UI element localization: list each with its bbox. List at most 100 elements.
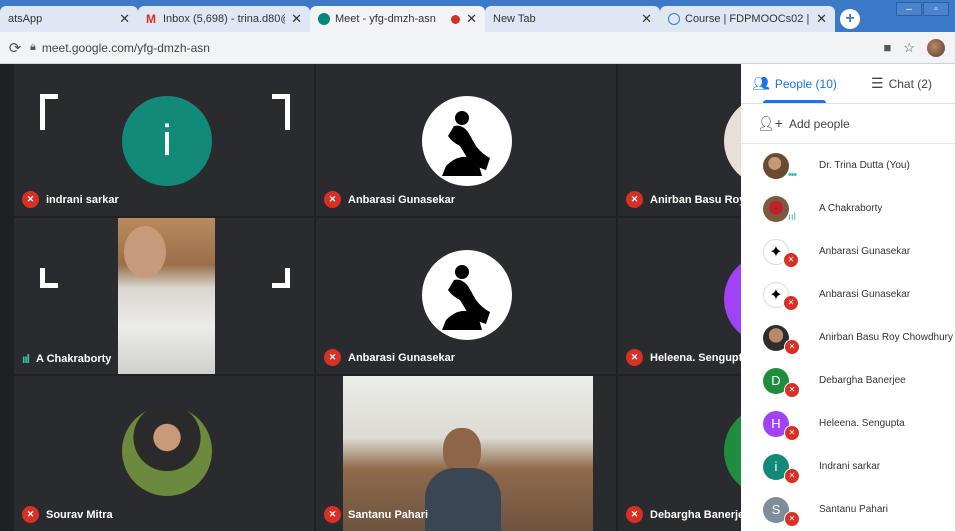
avatar: D ✕ xyxy=(763,367,800,398)
tab-gmail[interactable]: M Inbox (5,698) - trina.d80@gmail ✕ xyxy=(138,6,310,32)
tab-label: Inbox (5,698) - trina.d80@gmail xyxy=(163,13,285,25)
recording-icon xyxy=(451,14,461,24)
mic-off-icon: ✕ xyxy=(324,191,341,208)
list-item[interactable]: ✕ Anirban Basu Roy Chowdhury xyxy=(741,316,955,359)
people-icon: 👥︎ xyxy=(752,75,770,91)
close-icon[interactable]: ✕ xyxy=(119,11,130,27)
add-people-label: Add people xyxy=(788,116,850,131)
reload-icon[interactable]: ⟳ xyxy=(0,39,30,57)
tab-label: atsApp xyxy=(8,13,43,25)
avatar: ✦ ✕ xyxy=(763,238,799,268)
tab-label: Course | FDPMOOCs02 | RCMO xyxy=(685,13,810,25)
participant-tile[interactable]: ✕ Debargha Banerjee xyxy=(618,376,741,531)
tab-label: New Tab xyxy=(493,13,536,25)
add-person-icon: 👤︎+ xyxy=(757,115,783,131)
participant-tile[interactable]: ✕ Anbarasi Gunasekar xyxy=(316,64,616,216)
list-item[interactable]: D ✕ Debargha Banerjee xyxy=(741,359,955,402)
participant-name: A Chakraborty xyxy=(819,203,883,214)
video-feed xyxy=(118,218,215,374)
window-controls: – ▫ xyxy=(895,2,949,16)
avatar-initial: i xyxy=(774,459,778,474)
browser-tab-strip: atsApp ✕ M Inbox (5,698) - trina.d80@gma… xyxy=(0,0,955,32)
participant-tile[interactable]: ✕ Sourav Mitra xyxy=(14,376,314,531)
close-icon[interactable]: ✕ xyxy=(816,11,827,27)
participant-name: Anirban Basu Roy C xyxy=(650,193,741,206)
participant-list: ••• Dr. Trina Dutta (You) ııl A Chakrabo… xyxy=(741,144,955,531)
avatar xyxy=(724,254,741,344)
more-dots-icon: ••• xyxy=(787,168,798,181)
avatar: S ✕ xyxy=(763,496,800,527)
tab-new-tab[interactable]: New Tab ✕ xyxy=(485,6,660,32)
mic-off-icon: ✕ xyxy=(22,506,39,523)
avatar: ••• xyxy=(763,152,797,181)
avatar xyxy=(724,406,741,496)
mic-off-icon: ✕ xyxy=(626,506,643,523)
person-head xyxy=(124,226,166,278)
participant-name: Santanu Pahari xyxy=(348,508,429,521)
meeting-stage: i ✕ indrani sarkar ✕ Anbarasi Gunasekar … xyxy=(14,64,741,531)
tab-meet[interactable]: Meet - yfg-dmzh-asn ✕ xyxy=(310,6,485,32)
mic-off-icon: ✕ xyxy=(784,467,800,484)
tab-label: Meet - yfg-dmzh-asn xyxy=(335,13,436,25)
avatar: H ✕ xyxy=(763,410,800,441)
minimize-icon[interactable]: – xyxy=(896,2,922,16)
participant-name: Anbarasi Gunasekar xyxy=(348,351,455,364)
list-item[interactable]: S ✕ Santanu Pahari xyxy=(741,488,955,531)
participant-tile[interactable]: i ✕ indrani sarkar xyxy=(14,64,314,216)
list-item[interactable]: H ✕ Heleena. Sengupta xyxy=(741,402,955,445)
participant-tile[interactable]: ✕ Heleena. Sengupta xyxy=(618,218,741,374)
url-field[interactable]: meet.google.com/yfg-dmzh-asn xyxy=(42,41,884,55)
list-item[interactable]: ııl A Chakraborty xyxy=(741,187,955,230)
address-bar: ⟳ 🔒︎ meet.google.com/yfg-dmzh-asn ■ ☆ xyxy=(0,32,955,64)
tab-whatsapp[interactable]: atsApp ✕ xyxy=(0,6,138,32)
tab-label: Chat (2) xyxy=(888,76,932,91)
pin-frame-icon xyxy=(40,268,58,288)
close-icon[interactable]: ✕ xyxy=(641,11,652,27)
add-people-button[interactable]: 👤︎+ Add people xyxy=(741,104,955,144)
mic-off-icon: ✕ xyxy=(626,191,643,208)
avatar: ✦ ✕ xyxy=(763,281,799,311)
list-item[interactable]: ••• Dr. Trina Dutta (You) xyxy=(741,144,955,187)
participant-tile[interactable]: ✕ Anirban Basu Roy C xyxy=(618,64,741,216)
tab-label: People (10) xyxy=(774,76,837,91)
profile-avatar[interactable] xyxy=(927,38,945,57)
tab-course[interactable]: Course | FDPMOOCs02 | RCMO ✕ xyxy=(660,6,835,32)
avatar-initial: S xyxy=(771,502,781,517)
participant-name: Anbarasi Gunasekar xyxy=(348,193,455,206)
close-icon[interactable]: ✕ xyxy=(291,11,302,27)
mic-off-icon: ✕ xyxy=(626,349,643,366)
gmail-icon: M xyxy=(146,12,156,26)
maximize-icon[interactable]: ▫ xyxy=(923,2,949,16)
participant-name: Indrani sarkar xyxy=(819,461,881,472)
participant-name: Sourav Mitra xyxy=(46,508,113,521)
new-tab-button[interactable]: + xyxy=(840,9,860,29)
participant-name: Santanu Pahari xyxy=(819,504,888,515)
mic-off-icon: ✕ xyxy=(783,251,799,268)
list-item[interactable]: ✦ ✕ Anbarasi Gunasekar xyxy=(741,273,955,316)
list-item[interactable]: i ✕ Indrani sarkar xyxy=(741,445,955,488)
silhouette-icon xyxy=(442,111,490,176)
mic-off-icon: ✕ xyxy=(784,338,800,355)
avatar xyxy=(422,96,512,186)
tab-people[interactable]: 👥︎ People (10) xyxy=(741,64,848,103)
mic-off-icon: ✕ xyxy=(784,510,800,527)
avatar: i xyxy=(122,96,212,186)
person-body xyxy=(425,468,501,531)
mic-off-icon: ✕ xyxy=(324,349,341,366)
participant-tile[interactable]: ✕ Anbarasi Gunasekar xyxy=(316,218,616,374)
mic-off-icon: ✕ xyxy=(22,191,39,208)
participant-name: Debargha Banerjee xyxy=(650,508,741,521)
pin-frame-icon xyxy=(40,94,58,130)
participant-tile[interactable]: ııl A Chakraborty xyxy=(14,218,314,374)
star-icon[interactable]: ☆ xyxy=(903,40,915,56)
list-item[interactable]: ✦ ✕ Anbarasi Gunasekar xyxy=(741,230,955,273)
participant-name: A Chakraborty xyxy=(36,353,112,365)
participant-name: Heleena. Sengupta xyxy=(819,418,905,429)
participant-name: Anirban Basu Roy Chowdhury xyxy=(819,332,953,343)
avatar: i ✕ xyxy=(763,453,800,484)
participant-tile[interactable]: ✕ Santanu Pahari xyxy=(316,376,616,531)
chat-icon: ☰ xyxy=(871,75,884,91)
tab-chat[interactable]: ☰ Chat (2) xyxy=(848,64,955,103)
close-icon[interactable]: ✕ xyxy=(466,11,477,27)
camera-icon[interactable]: ■ xyxy=(883,40,891,55)
